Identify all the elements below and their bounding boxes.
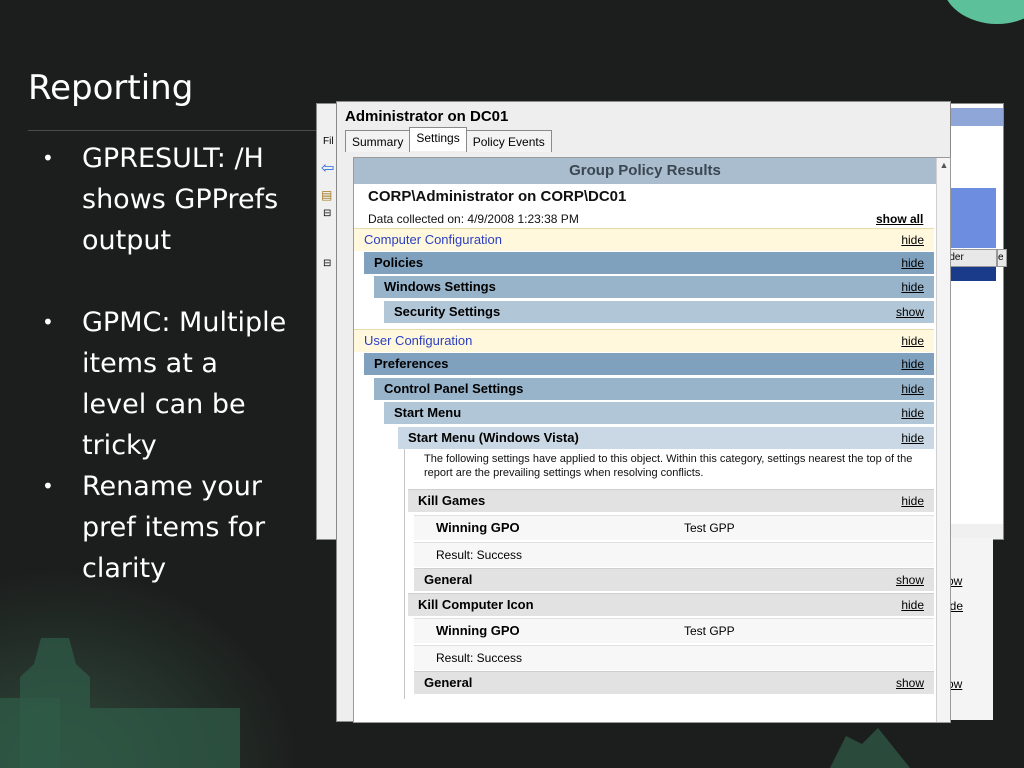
bullet-text: Rename your pref items for clarity <box>82 471 266 584</box>
building-silhouette <box>830 728 910 768</box>
precedence-info-text: The following settings have applied to t… <box>424 453 913 479</box>
winning-gpo-row: Winning GPO Test GPP <box>414 515 934 540</box>
bullet-dot-icon: • <box>42 146 54 170</box>
item-name: Kill Computer Icon <box>418 597 534 612</box>
section-computer-configuration[interactable]: Computer Configuration hide <box>354 228 934 251</box>
section-label: General <box>424 675 473 690</box>
bullet-dot-icon: • <box>42 310 54 334</box>
section-security-settings[interactable]: Security Settings show <box>384 301 934 323</box>
scroll-up-icon[interactable]: ▲ <box>937 160 950 174</box>
collapse-icon[interactable]: ⊟ <box>323 208 331 219</box>
hide-link[interactable]: hide <box>901 276 924 298</box>
winning-gpo-value: Test GPP <box>684 521 735 535</box>
winning-gpo-value: Test GPP <box>684 624 735 638</box>
report-subject: CORP\Administrator on CORP\DC01 <box>368 188 627 205</box>
title-divider <box>28 130 318 131</box>
section-label: Control Panel Settings <box>384 381 524 396</box>
section-policies[interactable]: Policies hide <box>364 252 934 274</box>
winning-gpo-label: Winning GPO <box>436 623 520 638</box>
decorative-circle <box>942 0 1024 24</box>
section-start-menu-vista[interactable]: Start Menu (Windows Vista) hide <box>398 427 934 449</box>
section-label: Preferences <box>374 356 449 371</box>
show-link[interactable]: show <box>896 301 924 323</box>
slide-title: Reporting <box>28 68 194 108</box>
building-silhouette <box>90 708 240 768</box>
show-link[interactable]: show <box>896 569 924 591</box>
item-name: Kill Games <box>418 493 486 508</box>
result-row: Result: Success <box>414 542 934 567</box>
tab-summary[interactable]: Summary <box>345 130 411 152</box>
section-control-panel-settings[interactable]: Control Panel Settings hide <box>374 378 934 400</box>
section-user-configuration[interactable]: User Configuration hide <box>354 329 934 352</box>
report-content: Group Policy Results ▲ CORP\Administrato… <box>353 157 951 723</box>
hide-link[interactable]: hide <box>901 353 924 375</box>
section-label: Security Settings <box>394 304 501 319</box>
section-label: Computer Configuration <box>364 232 503 247</box>
winning-gpo-row: Winning GPO Test GPP <box>414 618 934 643</box>
collected-timestamp: Data collected on: 4/9/2008 1:23:38 PM <box>368 212 579 226</box>
document-icon: ▤ <box>321 188 333 202</box>
section-label: Windows Settings <box>384 279 496 294</box>
bullet-item: • Rename your pref items for clarity <box>40 466 290 589</box>
hide-link[interactable]: hide <box>901 378 924 400</box>
pref-item-kill-games[interactable]: Kill Games hide <box>408 489 934 512</box>
result-row: Result: Success <box>414 645 934 670</box>
bullet-text: GPRESULT: /H shows GPPrefs output <box>82 143 279 256</box>
hide-link[interactable]: hide <box>901 252 924 274</box>
show-link[interactable]: show <box>896 672 924 694</box>
section-label: General <box>424 572 473 587</box>
collapse-icon[interactable]: ⊟ <box>323 258 331 269</box>
indent-guide <box>404 449 405 699</box>
section-label: User Configuration <box>364 333 473 348</box>
tab-policy-events[interactable]: Policy Events <box>465 130 552 152</box>
column-header[interactable]: e <box>997 249 1007 267</box>
section-label: Start Menu <box>394 405 462 420</box>
general-section[interactable]: General show <box>414 568 934 591</box>
pref-item-kill-computer-icon[interactable]: Kill Computer Icon hide <box>408 593 934 616</box>
gp-results-window: Administrator on DC01 Summary Settings P… <box>336 101 951 723</box>
section-start-menu[interactable]: Start Menu hide <box>384 402 934 424</box>
show-all-link[interactable]: show all <box>876 212 923 226</box>
tab-settings[interactable]: Settings <box>409 127 467 151</box>
bullet-dot-icon: • <box>42 474 54 498</box>
result-text: Result: Success <box>436 651 523 665</box>
section-label: Policies <box>374 255 424 270</box>
section-windows-settings[interactable]: Windows Settings hide <box>374 276 934 298</box>
hide-link[interactable]: hide <box>901 402 924 424</box>
section-preferences[interactable]: Preferences hide <box>364 353 934 375</box>
tab-bar: Summary Settings Policy Events <box>345 127 552 152</box>
hide-link[interactable]: hide <box>901 594 924 616</box>
section-label: Start Menu (Windows Vista) <box>408 430 579 445</box>
winning-gpo-label: Winning GPO <box>436 520 520 535</box>
bullet-item: • GPRESULT: /H shows GPPrefs output <box>40 138 290 261</box>
bullet-text: GPMC: Multiple items at a level can be t… <box>82 307 287 461</box>
hide-link[interactable]: hide <box>901 330 924 352</box>
window-title: Administrator on DC01 <box>345 108 509 125</box>
general-section[interactable]: General show <box>414 671 934 694</box>
hide-link[interactable]: hide <box>901 229 924 251</box>
result-text: Result: Success <box>436 548 523 562</box>
report-header: Group Policy Results <box>354 158 936 184</box>
bullet-item: • GPMC: Multiple items at a level can be … <box>40 302 290 466</box>
vertical-scrollbar[interactable]: ▲ <box>936 158 950 722</box>
hide-link[interactable]: hide <box>901 490 924 512</box>
bullet-list: • GPRESULT: /H shows GPPrefs output • GPMC… <box>40 138 290 589</box>
hide-link[interactable]: hide <box>901 427 924 449</box>
